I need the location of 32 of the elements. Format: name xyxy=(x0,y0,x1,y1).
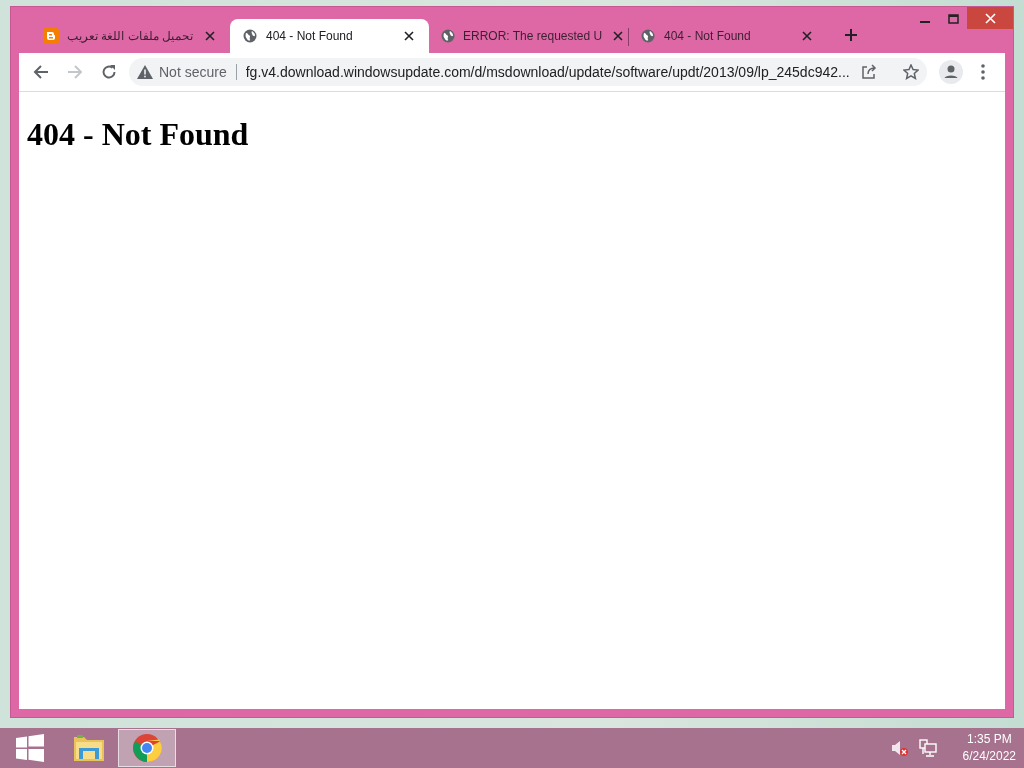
chrome-icon xyxy=(132,733,162,763)
warning-icon xyxy=(137,65,153,79)
close-button[interactable] xyxy=(967,7,1013,29)
maximize-icon[interactable] xyxy=(947,14,959,24)
tab-title: 404 - Not Found xyxy=(664,29,751,43)
profile-icon[interactable] xyxy=(939,60,963,84)
globe-icon xyxy=(243,29,257,43)
page-heading: 404 - Not Found xyxy=(27,116,249,153)
address-bar[interactable]: Not secure fg.v4.download.windowsupdate.com/d/msdownload/update/software/updt/2013/09/lp_245dc942... xyxy=(129,58,927,86)
browser-tab[interactable]: تحميل ملفات اللغة تعريب xyxy=(31,19,230,53)
tab-title: 404 - Not Found xyxy=(266,29,353,43)
tab-title: تحميل ملفات اللغة تعريب xyxy=(67,29,193,43)
browser-tab[interactable]: ERROR: The requested U xyxy=(429,19,628,53)
back-arrow-icon[interactable] xyxy=(33,64,49,80)
browser-tab[interactable]: 404 - Not Found xyxy=(230,19,429,53)
clock-time[interactable]: 1:35 PM xyxy=(966,731,1012,748)
blogger-icon xyxy=(43,28,59,44)
muted-speaker-icon[interactable] xyxy=(890,740,909,756)
taskbar-app[interactable] xyxy=(118,729,176,767)
reload-icon[interactable] xyxy=(101,64,117,80)
network-icon[interactable] xyxy=(918,739,937,757)
clock-date[interactable]: 6/24/2022 xyxy=(962,748,1016,765)
folder-icon xyxy=(73,733,105,763)
browser-tab[interactable]: 404 - Not Found xyxy=(628,19,827,53)
url-text: fg.v4.download.windowsupdate.com/d/msdownload/update/software/updt/2013/09/lp_245dc942... xyxy=(245,64,850,80)
share-icon[interactable] xyxy=(861,64,877,80)
star-icon[interactable] xyxy=(903,64,919,80)
globe-icon xyxy=(641,29,655,43)
security-label: Not secure xyxy=(159,64,227,80)
more-icon[interactable] xyxy=(981,64,985,80)
tab-title: ERROR: The requested U xyxy=(463,29,603,43)
globe-icon xyxy=(441,29,455,43)
